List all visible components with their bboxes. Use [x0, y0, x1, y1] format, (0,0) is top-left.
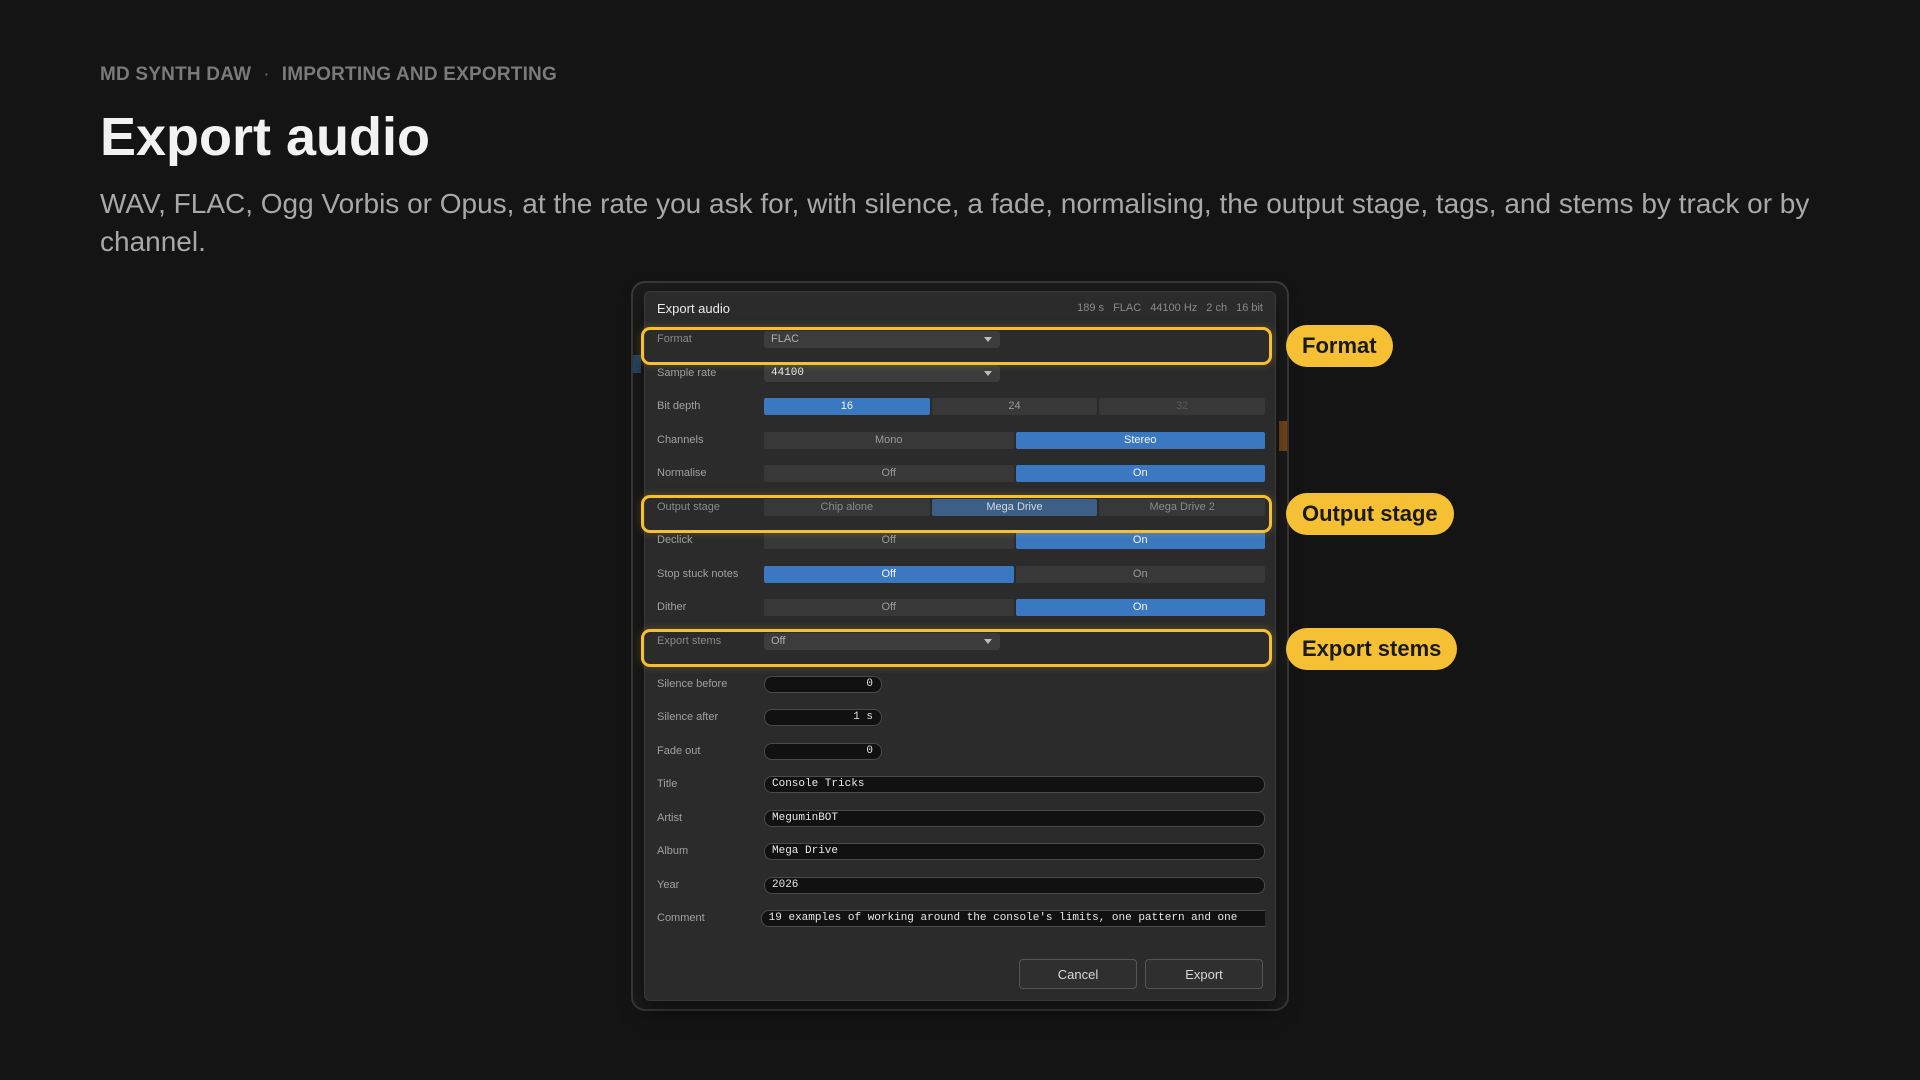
dither-on-option[interactable]: On: [1015, 598, 1265, 616]
silence-before-label: Silence before: [657, 678, 728, 690]
dialog-summary: 189 s FLAC 44100 Hz 2 ch 16 bit: [1077, 302, 1263, 314]
tag-comment-input[interactable]: 19 examples of working around the consol…: [760, 909, 1265, 927]
format-highlight: [641, 327, 1272, 365]
channels-mono-option[interactable]: Mono: [764, 431, 1014, 449]
breadcrumb: MD SYNTH DAW · IMPORTING AND EXPORTING: [100, 64, 557, 86]
tag-title-input[interactable]: Console Tricks: [764, 775, 1265, 793]
bit-depth-24-option[interactable]: 24: [931, 397, 1098, 415]
fade-out-row: Fade out 0: [657, 740, 1265, 762]
declick-off-option[interactable]: Off: [764, 531, 1014, 549]
export-stems-callout: Export stems: [1286, 628, 1458, 670]
declick-segmented: Off On: [764, 531, 1265, 549]
breadcrumb-section: IMPORTING AND EXPORTING: [281, 64, 557, 85]
dither-label: Dither: [657, 601, 687, 613]
dialog-title: Export audio: [657, 300, 730, 316]
stop-stuck-notes-label: Stop stuck notes: [657, 568, 739, 580]
export-button[interactable]: Export: [1145, 959, 1263, 989]
bit-depth-label: Bit depth: [657, 400, 701, 412]
stop-stuck-notes-row: Stop stuck notes Off On: [657, 563, 1265, 585]
silence-before-input[interactable]: 0: [764, 675, 882, 693]
tag-artist-row: Artist MeguminBOT: [657, 807, 1265, 829]
tag-album-row: Album Mega Drive: [657, 840, 1265, 862]
background-clip-hint: [1279, 421, 1287, 451]
channels-label: Channels: [657, 434, 704, 446]
summary-bit-depth: 16 bit: [1236, 302, 1263, 314]
background-track-hint: [633, 355, 641, 373]
tag-artist-label: Artist: [657, 812, 683, 824]
silence-after-label: Silence after: [657, 711, 719, 723]
sample-rate-label: Sample rate: [657, 367, 717, 379]
stop-stuck-notes-on-option[interactable]: On: [1015, 565, 1265, 583]
tag-artist-input[interactable]: MeguminBOT: [764, 809, 1265, 827]
breadcrumb-separator: ·: [263, 64, 270, 85]
sample-rate-select[interactable]: 44100: [764, 364, 1000, 382]
declick-label: Declick: [657, 534, 693, 546]
bit-depth-32-option[interactable]: 32: [1099, 397, 1266, 415]
silence-after-row: Silence after 1 s: [657, 706, 1265, 728]
declick-on-option[interactable]: On: [1015, 531, 1265, 549]
fade-out-input[interactable]: 0: [764, 742, 882, 760]
output-stage-callout: Output stage: [1286, 493, 1454, 535]
format-callout: Format: [1286, 325, 1393, 367]
page-subtitle: WAV, FLAC, Ogg Vorbis or Opus, at the ra…: [100, 188, 1810, 257]
dither-row: Dither Off On: [657, 596, 1265, 618]
stop-stuck-notes-segmented: Off On: [764, 565, 1265, 583]
normalise-label: Normalise: [657, 467, 707, 479]
normalise-segmented: Off On: [764, 464, 1265, 482]
tag-title-row: Title Console Tricks: [657, 773, 1265, 795]
bit-depth-row: Bit depth 16 24 32: [657, 395, 1266, 417]
fade-out-label: Fade out: [657, 745, 701, 757]
sample-rate-row: Sample rate 44100: [657, 362, 1265, 384]
breadcrumb-app: MD SYNTH DAW: [100, 64, 252, 85]
tag-album-input[interactable]: Mega Drive: [764, 842, 1265, 860]
chevron-down-icon: [984, 370, 992, 376]
stop-stuck-notes-off-option[interactable]: Off: [764, 565, 1014, 583]
bit-depth-segmented: 16 24 32: [764, 397, 1266, 415]
dialog-header: Export audio 189 s FLAC 44100 Hz 2 ch 16…: [645, 292, 1275, 324]
summary-duration: 189 s: [1077, 302, 1105, 314]
channels-stereo-option[interactable]: Stereo: [1015, 431, 1265, 449]
tag-comment-row: Comment 19 examples of working around th…: [657, 907, 1265, 929]
summary-channels: 2 ch: [1206, 302, 1228, 314]
cancel-button[interactable]: Cancel: [1019, 959, 1137, 989]
normalise-row: Normalise Off On: [657, 462, 1265, 484]
dither-segmented: Off On: [764, 598, 1265, 616]
channels-segmented: Mono Stereo: [764, 431, 1265, 449]
channels-row: Channels Mono Stereo: [657, 429, 1265, 451]
tag-year-label: Year: [657, 879, 680, 891]
output-stage-highlight: [641, 495, 1272, 533]
dither-off-option[interactable]: Off: [764, 598, 1014, 616]
normalise-on-option[interactable]: On: [1015, 464, 1265, 482]
tag-title-label: Title: [657, 778, 678, 790]
page-title: Export audio: [100, 107, 431, 167]
export-stems-highlight: [641, 629, 1272, 667]
summary-format: FLAC: [1113, 302, 1142, 314]
summary-rate: 44100 Hz: [1150, 302, 1198, 314]
normalise-off-option[interactable]: Off: [764, 464, 1014, 482]
tag-year-input[interactable]: 2026: [764, 876, 1265, 894]
silence-before-row: Silence before 0: [657, 673, 1265, 695]
bit-depth-16-option[interactable]: 16: [764, 397, 930, 415]
sample-rate-value: 44100: [771, 367, 805, 379]
tag-album-label: Album: [657, 845, 689, 857]
tag-comment-label: Comment: [657, 912, 705, 924]
silence-after-input[interactable]: 1 s: [764, 708, 882, 726]
tag-year-row: Year 2026: [657, 874, 1265, 896]
